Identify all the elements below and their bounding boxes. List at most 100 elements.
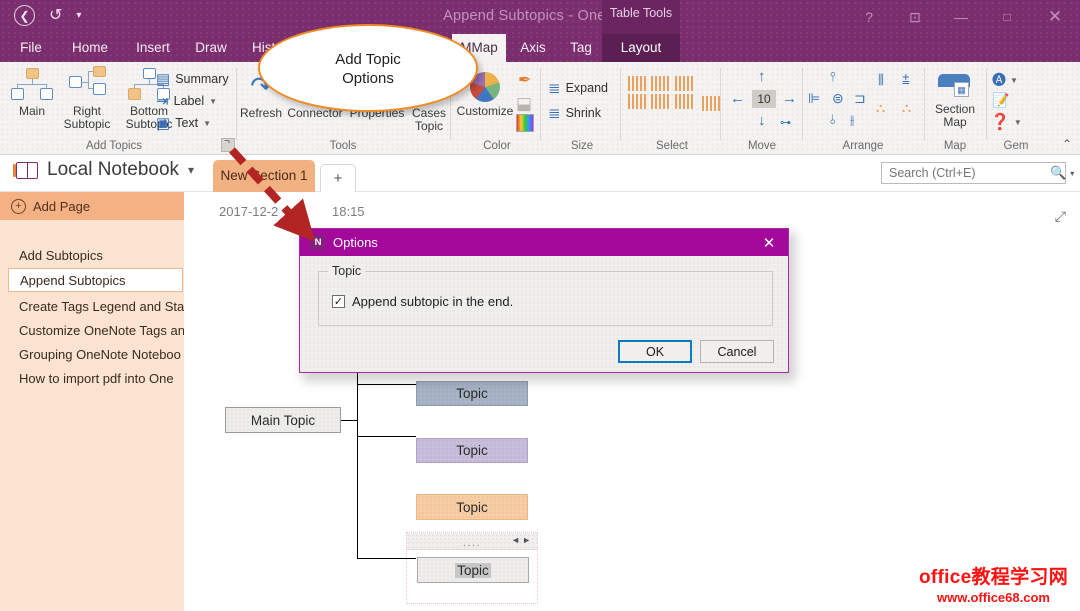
notebook-name: Local Notebook [47,159,179,181]
page-item-append-subtopics[interactable]: Append Subtopics [8,268,183,292]
shrink-button[interactable]: ≣ Shrink [548,104,601,122]
color-spectrum-icon[interactable] [516,114,534,132]
page-item-grouping-notebook[interactable]: Grouping OneNote Noteboo [8,343,184,367]
notebook-icon [16,162,38,179]
main-topic-icon [10,68,54,102]
select-branch-icon[interactable] [675,76,694,91]
mindmap-child-topic-3[interactable]: Topic [416,494,528,520]
right-subtopic-button[interactable]: Right Subtopic [56,68,118,131]
summary-icon: ▤ [156,70,170,88]
page-item-add-subtopics[interactable]: Add Subtopics [8,244,184,268]
options-dialog[interactable]: N Options ✕ Topic ✓ Append subtopic in t… [299,228,789,373]
select-group-icon[interactable] [702,96,721,111]
chevron-down-icon[interactable]: ▾ [188,163,194,177]
move-left-arrow[interactable]: ← [730,90,745,107]
spread-right-icon[interactable]: ⛬ [902,100,911,116]
search-box[interactable]: 🔍 ▾ [881,162,1066,184]
chevron-down-icon[interactable]: ▾ [1070,169,1074,178]
select-icon-grid [628,76,695,109]
tab-file[interactable]: File [12,34,50,62]
chevron-down-icon[interactable]: ▼ [1010,76,1018,85]
fieldset-legend: Topic [328,264,365,278]
add-section-button[interactable]: + [320,164,356,192]
align-left-icon[interactable]: ⊫ [808,90,820,107]
mindmap-child-topic-1[interactable]: Topic [416,381,528,406]
page-item-customize-tags[interactable]: Customize OneNote Tags an [8,319,184,343]
mindmap-child-topic-2[interactable]: Topic [416,438,528,463]
align-center-icon[interactable]: ⊜ [832,90,844,107]
callout-text: Add Topic Options [258,50,478,88]
mindmap-child-topic-4[interactable]: Topic [417,557,529,583]
ok-button[interactable]: OK [618,340,692,363]
align-right-icon[interactable]: ⊐ [854,90,866,107]
move-step-value[interactable]: 10 [752,90,776,108]
move-node-icon[interactable]: ⊶ [780,116,791,129]
eyedropper-icon[interactable]: ✒ [518,70,531,90]
append-subtopic-checkbox[interactable]: ✓ [332,295,345,308]
select-subtree-icon[interactable] [675,94,694,109]
page-time[interactable]: 18:15 [332,204,365,219]
move-up-arrow[interactable]: ↑ [758,68,766,85]
group-label-add-topics: Add Topics [0,140,228,152]
select-siblings-icon[interactable] [651,76,670,91]
ribbon-display-options-icon[interactable]: ⊡ [892,0,938,34]
chevron-down-icon[interactable]: ▼ [1014,118,1022,127]
help-button[interactable]: ❓ ▼ [990,112,1022,132]
tab-axis[interactable]: Axis [512,34,554,62]
fill-icon[interactable]: ⬓ [516,94,532,114]
close-button[interactable]: ✕ [1030,0,1080,34]
tab-insert[interactable]: Insert [128,34,178,62]
select-level-icon[interactable] [651,94,670,109]
move-down-arrow[interactable]: ↓ [758,112,766,129]
tab-home[interactable]: Home [62,34,118,62]
page-item-create-tags-legend[interactable]: Create Tags Legend and Stat [8,295,184,319]
watermark: office教程学习网 www.office68.com [919,562,1068,605]
onenote-icon: N [310,235,325,250]
help-question-icon: ❓ [990,112,1010,132]
append-subtopic-checkbox-row[interactable]: ✓ Append subtopic in the end. [332,294,513,309]
page-item-import-pdf[interactable]: How to import pdf into One [8,367,184,391]
expand-icon: ≣ [548,79,561,97]
edit-note-icon[interactable]: 📝 [992,92,1009,109]
page-date[interactable]: 2017-12-2 [219,204,278,219]
mindmap-root-topic[interactable]: Main Topic [225,407,341,433]
section-map-label: Section Map [926,103,984,129]
search-magnifier-icon[interactable]: 🔍 [1050,165,1066,181]
drag-handle-dots[interactable]: .... [463,537,481,549]
watermark-line-1: office教程学习网 [919,562,1068,589]
help-icon[interactable]: ? [846,0,892,34]
onenote-window: ❮ ↺ ▾ Append Subtopics - OneNote ? ⊡ — □… [0,0,1080,611]
maximize-button[interactable]: □ [984,0,1030,34]
minimize-button[interactable]: — [938,0,984,34]
space-v-icon[interactable]: ⩲ [902,72,910,88]
space-h-icon[interactable]: ⫼ [878,72,884,88]
distribute-h-icon[interactable]: ⫲ [850,112,854,128]
ribbon-tab-strip: File Home Insert Draw History MMap Axis … [0,34,1080,62]
align-bottom-icon[interactable]: ⫰ [830,112,836,128]
spread-left-icon[interactable]: ⛬ [876,100,885,116]
child-container-toolbar[interactable]: .... ◄► [407,533,537,550]
cancel-button[interactable]: Cancel [700,340,774,363]
ribbon-collapse-chevron[interactable]: ⌃ [1062,137,1072,151]
select-all-icon[interactable] [628,76,647,91]
mindmap-child-label: Topic [456,386,488,401]
tab-layout[interactable]: Layout [602,34,680,62]
group-label-size: Size [542,140,622,152]
section-map-button[interactable]: ▦ Section Map [926,70,984,129]
mindmap-child-container[interactable]: .... ◄► Topic [406,532,538,604]
tab-tag[interactable]: Tag [562,34,600,62]
group-label-map: Map [924,140,986,152]
translate-icon: 🅐 [992,70,1006,90]
dialog-close-button[interactable]: ✕ [758,232,780,253]
section-tab-new-section-1[interactable]: New Section 1 [213,160,315,192]
main-topic-button[interactable]: Main [4,68,60,118]
translate-button[interactable]: 🅐 ▼ [992,70,1018,90]
search-input[interactable] [889,166,1050,180]
align-top-icon[interactable]: ⫯ [830,69,836,85]
notebook-selector[interactable]: Local Notebook ▾ [16,159,194,181]
select-children-icon[interactable] [628,94,647,109]
expand-button[interactable]: ≣ Expand [548,79,608,97]
full-page-view-icon[interactable]: ⤢ [1055,208,1066,225]
resize-arrows-icon[interactable]: ◄► [511,535,533,545]
move-right-arrow[interactable]: → [782,90,797,107]
